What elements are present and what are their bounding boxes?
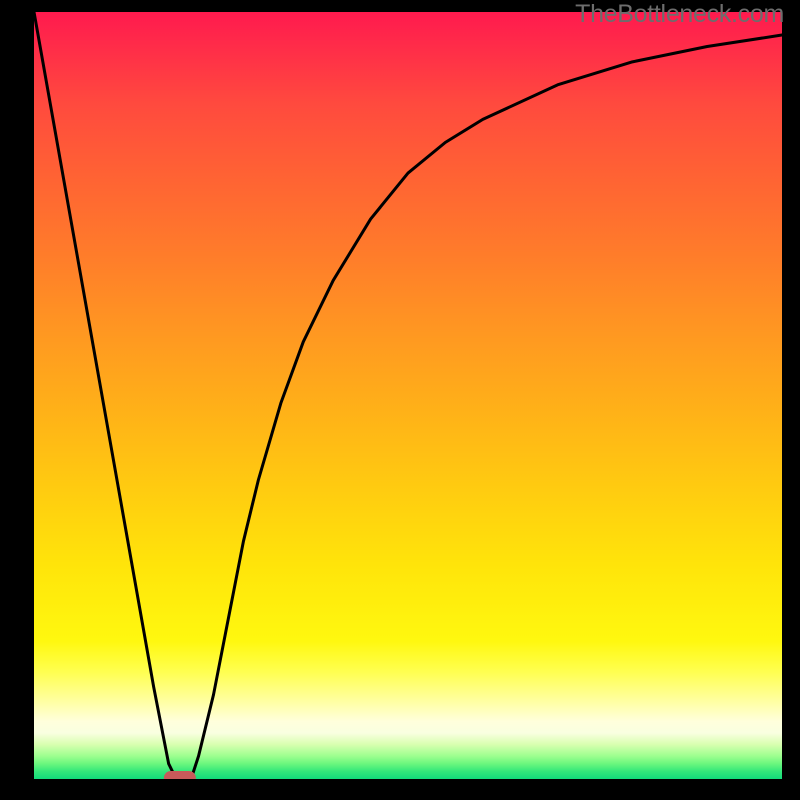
- chart-svg: [34, 12, 782, 779]
- chart-frame: TheBottleneck.com: [0, 0, 800, 800]
- plot-area: [34, 12, 782, 779]
- bottleneck-curve: [34, 12, 782, 779]
- watermark-text: TheBottleneck.com: [575, 0, 784, 29]
- minimum-marker: [164, 771, 196, 779]
